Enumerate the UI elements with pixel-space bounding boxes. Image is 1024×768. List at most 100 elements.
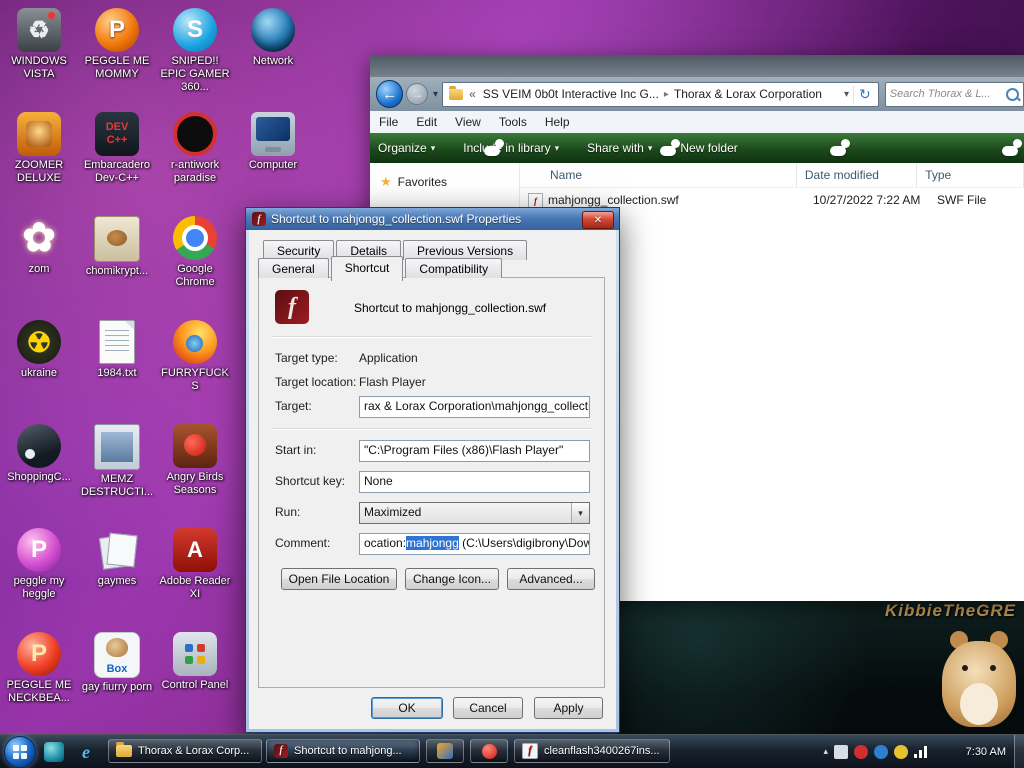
address-dropdown-icon[interactable]: ▾ xyxy=(840,89,853,100)
desktop-icon-computer[interactable]: Computer xyxy=(234,108,312,212)
menu-file[interactable]: File xyxy=(370,115,407,129)
new-folder-button[interactable]: New folder xyxy=(680,141,737,155)
organize-button[interactable]: Organize ▾ xyxy=(378,141,435,155)
tab-row-front: General Shortcut Compatibility xyxy=(258,256,504,281)
network-icon xyxy=(251,8,295,52)
desktop-icon-sniped[interactable]: S SNIPED!! EPIC GAMER 360... xyxy=(156,4,234,108)
close-button[interactable]: ✕ xyxy=(582,211,614,229)
network-status-icon[interactable] xyxy=(914,745,928,758)
ok-button[interactable]: OK xyxy=(371,697,443,719)
system-tray: ▴ xyxy=(823,735,928,768)
open-file-location-button[interactable]: Open File Location xyxy=(281,568,397,590)
search-box[interactable]: Search Thorax & L... xyxy=(884,81,1024,107)
dialog-titlebar[interactable]: f Shortcut to mahjongg_collection.swf Pr… xyxy=(246,208,619,230)
column-header-type[interactable]: Type xyxy=(917,163,1024,187)
cancel-button[interactable]: Cancel xyxy=(453,697,523,719)
hamster-eye xyxy=(962,665,968,671)
tab-compatibility[interactable]: Compatibility xyxy=(405,258,503,278)
column-header-name[interactable]: Name xyxy=(520,163,797,187)
chevron-down-icon[interactable]: ▾ xyxy=(571,503,589,523)
share-with-button[interactable]: Share with ▾ xyxy=(587,141,652,155)
change-icon-button[interactable]: Change Icon... xyxy=(405,568,499,590)
flash-icon: f xyxy=(275,290,309,324)
computer-icon xyxy=(251,112,295,156)
desktop-icon-google-chrome[interactable]: Google Chrome xyxy=(156,212,234,316)
desktop-icon-furryfucks[interactable]: FURRYFUCKS xyxy=(156,316,234,420)
menu-tools[interactable]: Tools xyxy=(490,115,536,129)
column-header-date-modified[interactable]: Date modified xyxy=(797,163,918,187)
desktop-icon-adobe-reader[interactable]: A Adobe Reader XI xyxy=(156,524,234,628)
show-desktop-button[interactable] xyxy=(1014,735,1024,768)
desktop-icon-box-hamster[interactable]: Box gay fiurry porn xyxy=(78,628,156,732)
taskbar-button-explorer[interactable]: Thorax & Lorax Corp... xyxy=(108,739,262,763)
start-in-input[interactable]: "C:\Program Files (x86)\Flash Player" xyxy=(359,440,590,462)
hamster-file-icon xyxy=(94,216,140,262)
show-hidden-icons-button[interactable]: ▴ xyxy=(823,746,828,757)
history-dropdown-icon[interactable]: ▾ xyxy=(433,89,438,100)
search-placeholder: Search Thorax & L... xyxy=(889,88,991,100)
desktop-icon-network[interactable]: Network xyxy=(234,4,312,108)
field-start-in: Start in: "C:\Program Files (x86)\Flash … xyxy=(275,440,590,462)
file-name[interactable]: mahjongg_collection.swf xyxy=(548,193,679,207)
desktop-icon-peggle-me-neckbea[interactable]: P PEGGLE ME NECKBEA... xyxy=(0,628,78,732)
desktop-icon-control-panel[interactable]: Control Panel xyxy=(156,628,234,732)
explorer-titlebar[interactable] xyxy=(370,55,1024,77)
tab-shortcut[interactable]: Shortcut xyxy=(330,256,404,281)
desktop-icon-gaymes[interactable]: gaymes xyxy=(78,524,156,628)
tray-icon[interactable] xyxy=(834,744,848,759)
separator xyxy=(271,336,592,337)
taskbar-clock[interactable]: 7:30 AM xyxy=(966,735,1006,768)
desktop-icon-1984-txt[interactable]: 1984.txt xyxy=(78,316,156,420)
desktop-icon-windows-vista[interactable]: ♻ WINDOWS VISTA xyxy=(0,4,78,108)
shortcut-tab-panel: f Shortcut to mahjongg_collection.swf Ta… xyxy=(258,277,605,688)
desktop-icon-peggle-my-heggle[interactable]: Ppeggle my heggle xyxy=(0,524,78,628)
breadcrumb-current[interactable]: Thorax & Lorax Corporation xyxy=(669,87,827,101)
hamster-eye xyxy=(990,665,996,671)
desktop-icon-angry-birds[interactable]: Angry Birds Seasons xyxy=(156,420,234,524)
back-button[interactable]: ← xyxy=(376,80,404,108)
shortcut-key-input[interactable]: None xyxy=(359,471,590,493)
peggle-icon: P xyxy=(95,8,139,52)
desktop-icon-antiwork[interactable]: r-antiwork paradise xyxy=(156,108,234,212)
selected-text: mahjongg xyxy=(406,536,459,550)
breadcrumb-parent[interactable]: SS VEIM 0b0t Interactive Inc G... xyxy=(478,87,664,101)
desktop-icon-zom[interactable]: ✿ zom xyxy=(0,212,78,316)
taskbar-button-app-orange[interactable] xyxy=(426,739,464,763)
tray-icon[interactable] xyxy=(894,744,908,759)
desktop-icon-ukraine[interactable]: ☢ ukraine xyxy=(0,316,78,420)
advanced-button[interactable]: Advanced... xyxy=(507,568,595,590)
desktop-icon-zoomer-deluxe[interactable]: ZOOMER DELUXE xyxy=(0,108,78,212)
quick-launch-icon[interactable] xyxy=(44,742,64,762)
taskbar-button-shortcut-properties[interactable]: f Shortcut to mahjong... xyxy=(266,739,420,763)
desktop-icon-chomikrypt[interactable]: chomikrypt... xyxy=(78,212,156,316)
tray-icon[interactable] xyxy=(854,744,868,759)
apply-button[interactable]: Apply xyxy=(534,697,603,719)
menu-view[interactable]: View xyxy=(446,115,490,129)
internet-explorer-icon[interactable]: e xyxy=(76,742,96,762)
comment-input[interactable]: ocation:mahjongg (C:\Users\digibrony\Dow… xyxy=(359,533,590,555)
target-input[interactable]: rax & Lorax Corporation\mahjongg_collect… xyxy=(359,396,590,418)
desktop-icon-memz[interactable]: MEMZ DESTRUCTI... xyxy=(78,420,156,524)
desktop-icon-shopping[interactable]: ShoppingC... xyxy=(0,420,78,524)
properties-dialog: f Shortcut to mahjongg_collection.swf Pr… xyxy=(245,207,620,733)
run-select[interactable]: Maximized ▾ xyxy=(359,502,590,524)
menu-help[interactable]: Help xyxy=(536,115,579,129)
breadcrumb-overflow-icon[interactable]: « xyxy=(467,87,478,101)
refresh-icon[interactable]: ↻ xyxy=(853,85,876,103)
tray-icon[interactable] xyxy=(874,744,888,759)
menu-edit[interactable]: Edit xyxy=(407,115,446,129)
address-bar[interactable]: « SS VEIM 0b0t Interactive Inc G... ▸ Th… xyxy=(442,81,879,107)
tab-previous-versions[interactable]: Previous Versions xyxy=(403,240,528,260)
tab-general[interactable]: General xyxy=(258,258,329,278)
forward-button[interactable]: → xyxy=(406,83,429,105)
start-button[interactable] xyxy=(4,736,36,768)
desktop-icon-dev-cpp[interactable]: DEV C++ Embarcadero Dev-C++ xyxy=(78,108,156,212)
run-value: Maximized xyxy=(364,505,422,519)
include-in-library-button[interactable]: Include in library ▾ xyxy=(463,141,559,155)
taskbar-button-app-red[interactable] xyxy=(470,739,508,763)
sidebar-item-favorites[interactable]: ★ Favorites xyxy=(370,171,519,193)
tab-security[interactable]: Security xyxy=(263,240,335,260)
taskbar-button-cleanflash[interactable]: f cleanflash3400267ins... xyxy=(514,739,670,763)
peggle-icon: P xyxy=(17,528,61,572)
desktop-icon-peggle-me-mommy[interactable]: P PEGGLE ME MOMMY xyxy=(78,4,156,108)
